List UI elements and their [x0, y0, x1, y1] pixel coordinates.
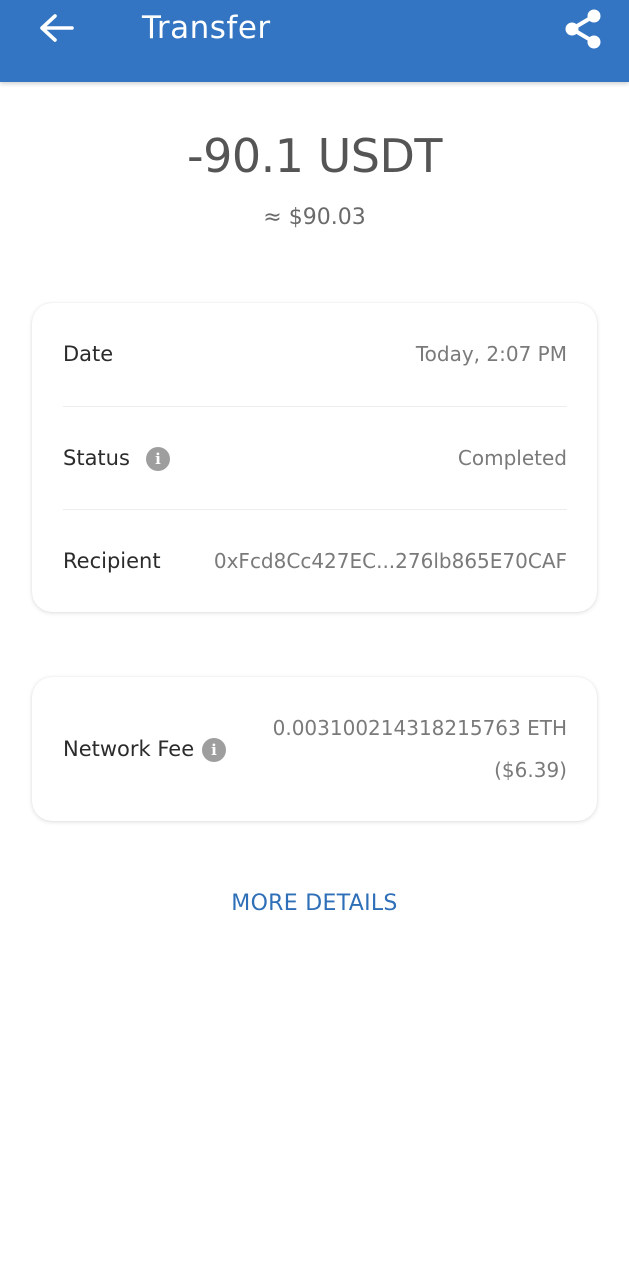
date-value: Today, 2:07 PM [415, 342, 567, 366]
status-value: Completed [457, 446, 567, 470]
network-fee-fiat: ($6.39) [494, 758, 567, 782]
more-details-button[interactable]: MORE DETAILS [223, 886, 405, 922]
back-button[interactable] [34, 8, 78, 48]
more-details-container: MORE DETAILS [0, 886, 629, 922]
network-fee-value: 0.003100214318215763 ETH ($6.39) [273, 707, 567, 791]
transfer-fiat-value: ≈ $90.03 [263, 205, 366, 230]
recipient-label: Recipient [63, 549, 161, 573]
status-info-icon[interactable]: i [146, 447, 170, 471]
page-title: Transfer [142, 10, 271, 46]
date-row: Date Today, 2:07 PM [63, 303, 567, 406]
network-fee-row: Network Fee i 0.003100214318215763 ETH (… [63, 677, 567, 821]
network-fee-label: Network Fee [63, 737, 195, 761]
details-card: Date Today, 2:07 PM Status i Completed R… [32, 303, 597, 612]
date-label: Date [63, 342, 114, 366]
network-fee-crypto: 0.003100214318215763 ETH [272, 716, 567, 740]
network-fee-card: Network Fee i 0.003100214318215763 ETH (… [32, 677, 597, 821]
status-row: Status i Completed [63, 406, 567, 510]
status-label: Status [63, 446, 130, 470]
app-bar: Transfer [0, 0, 629, 82]
recipient-row: Recipient 0xFcd8Cc427EC...276lb865E70CAF [63, 509, 567, 613]
recipient-address[interactable]: 0xFcd8Cc427EC...276lb865E70CAF [214, 546, 567, 576]
share-button[interactable] [560, 6, 606, 52]
share-icon [565, 9, 601, 49]
network-fee-info-icon[interactable]: i [202, 738, 226, 762]
arrow-left-icon [40, 14, 74, 42]
transfer-amount: -90.1 USDT [186, 129, 443, 183]
